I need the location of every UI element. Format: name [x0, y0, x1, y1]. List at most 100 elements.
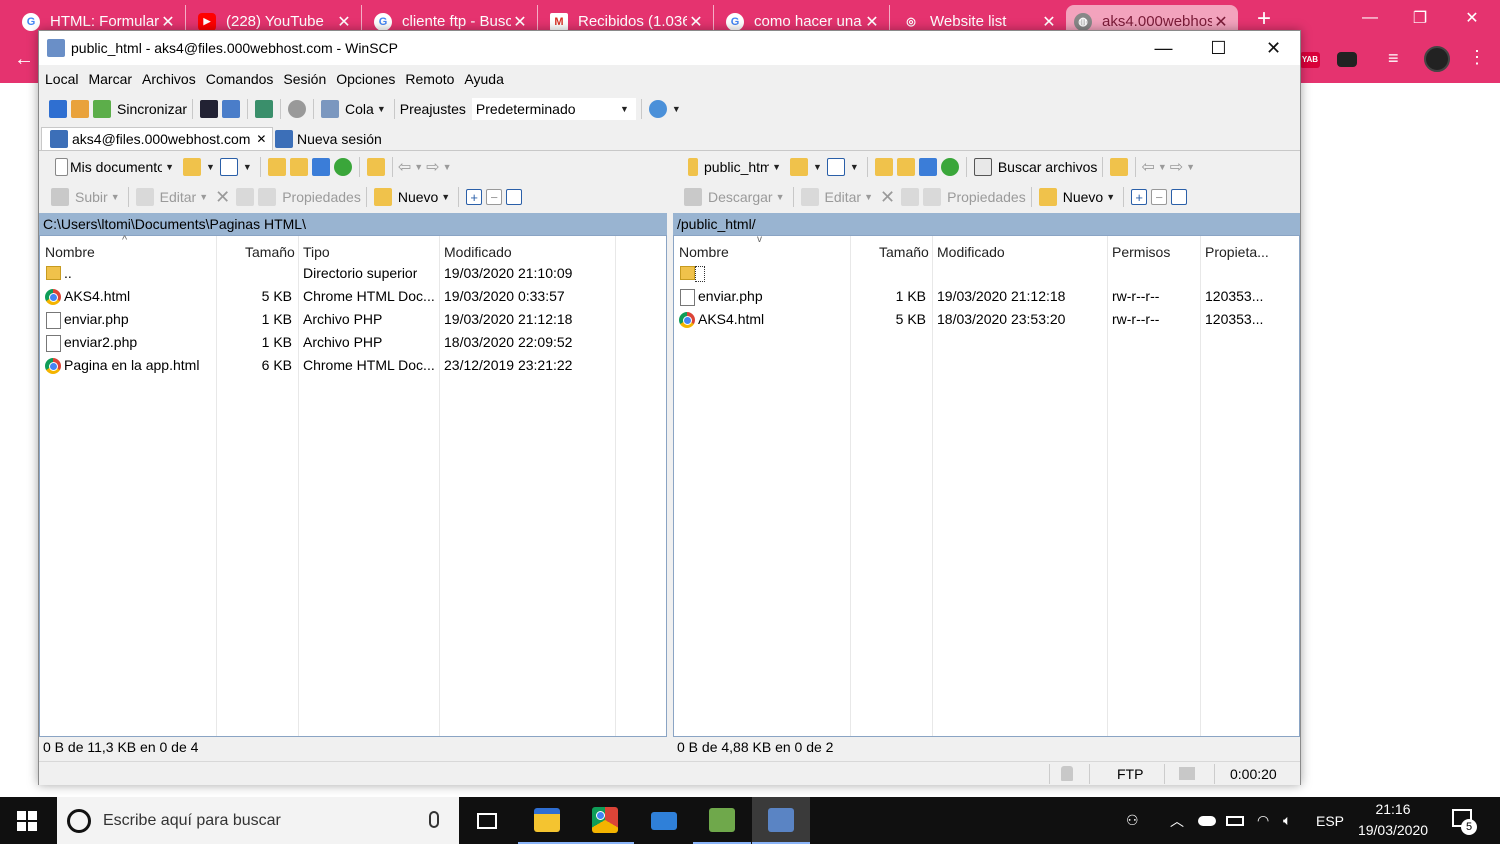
rename-icon[interactable]: [236, 188, 255, 206]
gear-icon[interactable]: [288, 100, 307, 118]
taskbar-app-chrome[interactable]: [576, 797, 634, 844]
console-icon[interactable]: [200, 100, 219, 118]
root-dir-icon[interactable]: [289, 158, 308, 176]
close-tab-icon[interactable]: ✕: [335, 12, 353, 32]
clock-date[interactable]: 19/03/2020: [1352, 822, 1434, 838]
chevron-down-icon[interactable]: ▼: [243, 162, 252, 172]
globe-sync-icon[interactable]: [648, 100, 667, 118]
menu-local[interactable]: Local: [39, 71, 82, 87]
close-session-icon[interactable]: ✕: [256, 132, 266, 146]
sync-browse-icon[interactable]: [71, 100, 89, 118]
forward-icon[interactable]: ⇨: [1170, 157, 1183, 177]
maximize-button[interactable]: ☐: [1191, 31, 1246, 65]
new-button[interactable]: Nuevo: [398, 189, 438, 205]
table-row[interactable]: AKS4.html 5 KB Chrome HTML Doc... 19/03/…: [40, 286, 666, 308]
properties-icon[interactable]: [258, 188, 277, 206]
root-dir-icon[interactable]: [896, 158, 915, 176]
home-icon[interactable]: [918, 158, 937, 176]
playlist-icon[interactable]: ≡: [1388, 48, 1399, 69]
table-row[interactable]: .. Directorio superior 19/03/2020 21:10:…: [40, 263, 666, 285]
close-tab-icon[interactable]: ✕: [511, 12, 529, 32]
find-files-icon[interactable]: [973, 158, 992, 176]
chevron-down-icon[interactable]: ▼: [1158, 162, 1167, 172]
new-tab-button[interactable]: +: [1250, 5, 1278, 33]
chevron-down-icon[interactable]: ▼: [672, 104, 681, 114]
chevron-down-icon[interactable]: ▼: [864, 192, 873, 202]
upload-icon[interactable]: [51, 188, 69, 206]
presets-select[interactable]: Predeterminado ▼: [471, 98, 636, 120]
taskbar-app-mail[interactable]: [635, 797, 693, 844]
table-row[interactable]: enviar2.php 1 KB Archivo PHP 18/03/2020 …: [40, 332, 666, 354]
session-tab-active[interactable]: aks4@files.000webhost.com ✕: [41, 127, 274, 150]
left-location-select[interactable]: Mis documento ▼: [49, 156, 181, 178]
back-icon[interactable]: ⇦: [1141, 157, 1154, 177]
wifi-icon[interactable]: ◠: [1257, 797, 1269, 844]
filter-select-icon[interactable]: [506, 189, 523, 205]
queue-icon[interactable]: [321, 100, 340, 118]
queue-button[interactable]: Cola: [345, 101, 374, 117]
delete-icon[interactable]: ✕: [880, 187, 895, 208]
language-indicator[interactable]: ESP: [1316, 797, 1344, 844]
column-header-name[interactable]: Nombre: [45, 244, 95, 260]
menu-comandos[interactable]: Comandos: [200, 71, 278, 87]
left-path-bar[interactable]: C:\Users\ltomi\Documents\Paginas HTML\: [39, 213, 667, 235]
refresh-icon[interactable]: [333, 158, 352, 176]
tree-icon[interactable]: [366, 158, 385, 176]
onedrive-icon[interactable]: [1198, 797, 1216, 844]
taskbar-app-winscp[interactable]: [752, 797, 810, 844]
putty-icon[interactable]: [222, 100, 241, 118]
synchronize-icon[interactable]: [93, 100, 111, 118]
synchronize-button[interactable]: Sincronizar: [117, 101, 187, 117]
menu-sesion[interactable]: Sesión: [277, 71, 330, 87]
filter-select-icon[interactable]: [1171, 189, 1188, 205]
tray-expand-icon[interactable]: ︿: [1170, 797, 1184, 844]
select-plus-icon[interactable]: +: [1131, 189, 1148, 205]
chevron-down-icon[interactable]: ▼: [206, 162, 215, 172]
menu-ayuda[interactable]: Ayuda: [458, 71, 507, 87]
taskbar-search[interactable]: Escribe aquí para buscar: [57, 797, 459, 844]
refresh-icon[interactable]: [940, 158, 959, 176]
close-tab-icon[interactable]: ✕: [159, 12, 177, 32]
compare-dirs-icon[interactable]: [49, 100, 67, 118]
chevron-down-icon[interactable]: ▼: [414, 162, 423, 172]
chrome-minimize-button[interactable]: —: [1345, 0, 1395, 36]
chevron-down-icon[interactable]: ▼: [443, 162, 452, 172]
upload-button[interactable]: Subir: [75, 189, 108, 205]
close-tab-icon[interactable]: ✕: [1040, 12, 1058, 32]
filter-icon[interactable]: [219, 158, 238, 176]
back-icon[interactable]: ⇦: [398, 157, 411, 177]
task-view-button[interactable]: [458, 797, 516, 844]
volume-icon[interactable]: 🔈︎: [1283, 797, 1291, 844]
find-files-button[interactable]: Buscar archivos: [998, 159, 1098, 175]
microphone-icon[interactable]: [429, 811, 439, 828]
chevron-down-icon[interactable]: ▼: [850, 162, 859, 172]
right-path-bar[interactable]: /public_html/: [673, 213, 1300, 235]
close-tab-icon[interactable]: ✕: [1212, 12, 1230, 32]
column-header-size[interactable]: Tamaño: [245, 244, 295, 260]
chevron-down-icon[interactable]: ▼: [1186, 162, 1195, 172]
chrome-close-button[interactable]: ✕: [1447, 0, 1497, 36]
column-header-modified[interactable]: Modificado: [444, 244, 512, 260]
table-row[interactable]: [674, 263, 1299, 285]
left-file-list[interactable]: Nombre ^ Tamaño Tipo Modificado .. Direc…: [39, 234, 667, 737]
column-header-modified[interactable]: Modificado: [937, 244, 1005, 260]
right-location-select[interactable]: public_htm ▼: [682, 156, 788, 178]
transfer-settings-icon[interactable]: [255, 100, 274, 118]
table-row[interactable]: enviar.php 1 KB Archivo PHP 19/03/2020 2…: [40, 309, 666, 331]
chevron-down-icon[interactable]: ▼: [776, 192, 785, 202]
select-plus-icon[interactable]: +: [466, 189, 483, 205]
chevron-down-icon[interactable]: ▼: [377, 104, 386, 114]
select-minus-icon[interactable]: −: [486, 189, 503, 205]
youtube-extension-icon[interactable]: [1337, 52, 1357, 67]
filter-icon[interactable]: [826, 158, 845, 176]
taskbar-app-explorer[interactable]: [518, 797, 576, 844]
open-folder-icon[interactable]: [183, 158, 201, 176]
table-row[interactable]: enviar.php 1 KB 19/03/2020 21:12:18 rw-r…: [674, 286, 1299, 308]
edit-button[interactable]: Editar: [160, 189, 197, 205]
rename-icon[interactable]: [901, 188, 920, 206]
select-minus-icon[interactable]: −: [1151, 189, 1168, 205]
new-button[interactable]: Nuevo: [1063, 189, 1103, 205]
clock-time[interactable]: 21:16: [1352, 801, 1434, 817]
table-row[interactable]: Pagina en la app.html 6 KB Chrome HTML D…: [40, 355, 666, 377]
chevron-down-icon[interactable]: ▼: [111, 192, 120, 202]
